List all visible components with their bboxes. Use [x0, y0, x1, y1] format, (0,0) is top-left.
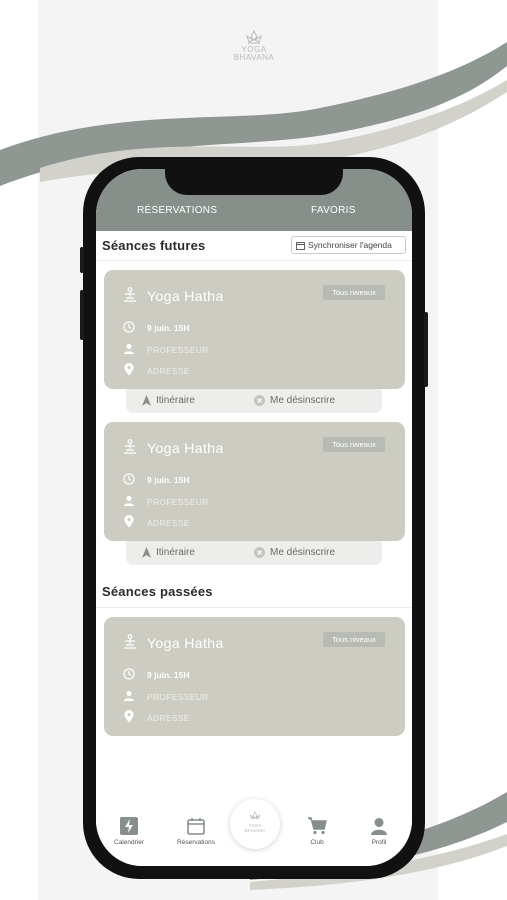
route-label: Itinéraire: [156, 395, 195, 406]
yoga-pose-icon: [124, 439, 136, 454]
clock-icon: [123, 473, 135, 485]
phone-side-button: [80, 290, 84, 340]
session-name: Yoga Hatha: [147, 635, 224, 651]
nav-label: Calendrier: [114, 839, 144, 846]
yoga-pose-icon: [124, 634, 136, 649]
clock-icon: [123, 321, 135, 333]
close-circle-icon: [254, 395, 265, 406]
session-card[interactable]: Yoga Hatha Tous niveaux 9 juin. 15H PROF…: [104, 422, 405, 541]
session-actions: Itinéraire Me désinscrire: [126, 389, 382, 413]
user-icon: [371, 818, 387, 835]
divider: [96, 260, 412, 261]
unsubscribe-label: Me désinscrire: [270, 395, 336, 406]
tab-favoris[interactable]: FAVORIS: [311, 205, 356, 216]
level-badge: Tous niveaux: [323, 437, 385, 452]
home-logo-button[interactable]: YOGA BHAVANA: [230, 799, 280, 849]
nav-club[interactable]: Club: [292, 817, 342, 846]
phone-side-button: [424, 312, 428, 387]
session-date: 9 juin. 15H: [147, 323, 190, 333]
sync-calendar-button[interactable]: Synchroniser l'agenda: [291, 236, 406, 254]
section-title-past: Séances passées: [102, 584, 213, 599]
session-address: ADRESSE: [147, 518, 190, 528]
session-teacher: PROFESSEUR: [147, 497, 209, 507]
calendar-small-icon: [296, 241, 305, 250]
clock-icon: [123, 668, 135, 680]
brand-logo: YOGA BHAVANA: [219, 30, 289, 62]
unsubscribe-label: Me désinscrire: [270, 547, 336, 558]
session-date: 9 juin. 15H: [147, 670, 190, 680]
logo-line-2: BHAVANA: [233, 53, 275, 62]
nav-calendrier[interactable]: Calendrier: [104, 817, 154, 846]
navigation-arrow-icon: [142, 395, 151, 406]
phone-side-button: [80, 247, 84, 273]
session-name: Yoga Hatha: [147, 440, 224, 456]
nav-label: Profil: [371, 839, 387, 846]
session-name: Yoga Hatha: [147, 288, 224, 304]
person-icon: [124, 344, 134, 354]
lotus-icon: [246, 30, 262, 44]
sync-calendar-label: Synchroniser l'agenda: [308, 240, 392, 250]
nav-label: Réservations: [177, 839, 215, 846]
session-address: ADRESSE: [147, 713, 190, 723]
person-icon: [124, 496, 134, 506]
lotus-icon: [249, 811, 261, 820]
person-icon: [124, 691, 134, 701]
session-teacher: PROFESSEUR: [147, 692, 209, 702]
route-button[interactable]: Itinéraire: [142, 395, 195, 406]
session-card[interactable]: Yoga Hatha Tous niveaux 9 juin. 15H PROF…: [104, 270, 405, 389]
unsubscribe-button[interactable]: Me désinscrire: [254, 547, 335, 558]
divider: [96, 607, 412, 608]
section-title-future: Séances futures: [102, 238, 206, 253]
route-label: Itinéraire: [156, 547, 195, 558]
location-pin-icon: [124, 710, 134, 723]
bolt-icon: [120, 817, 138, 835]
yoga-pose-icon: [124, 287, 136, 302]
phone-notch: [165, 163, 343, 195]
level-badge: Tous niveaux: [323, 285, 385, 300]
session-teacher: PROFESSEUR: [147, 345, 209, 355]
calendar-icon: [187, 818, 205, 835]
level-badge: Tous niveaux: [323, 632, 385, 647]
navigation-arrow-icon: [142, 547, 151, 558]
nav-profil[interactable]: Profil: [354, 817, 404, 846]
route-button[interactable]: Itinéraire: [142, 547, 195, 558]
tab-reservations[interactable]: RÉSERVATIONS: [137, 205, 217, 216]
app-screen: RÉSERVATIONS FAVORIS Séances futures Syn…: [96, 169, 412, 866]
close-circle-icon: [254, 547, 265, 558]
home-logo-text: YOGA BHAVANA: [230, 823, 280, 833]
nav-reservations[interactable]: Réservations: [171, 817, 221, 846]
bottom-navigation: Calendrier Réservations YOGA BHAVANA Clu…: [96, 799, 412, 866]
home-logo-line-2: BHAVANA: [244, 828, 266, 833]
session-date: 9 juin. 15H: [147, 475, 190, 485]
marketing-stage: YOGA BHAVANA RÉSERVATIONS FAVORIS Séance…: [0, 0, 507, 900]
location-pin-icon: [124, 515, 134, 528]
session-address: ADRESSE: [147, 366, 190, 376]
location-pin-icon: [124, 363, 134, 376]
nav-label: Club: [310, 839, 324, 846]
session-actions: Itinéraire Me désinscrire: [126, 541, 382, 565]
session-card[interactable]: Yoga Hatha Tous niveaux 9 juin. 15H PROF…: [104, 617, 405, 736]
unsubscribe-button[interactable]: Me désinscrire: [254, 395, 335, 406]
cart-icon: [308, 817, 327, 835]
